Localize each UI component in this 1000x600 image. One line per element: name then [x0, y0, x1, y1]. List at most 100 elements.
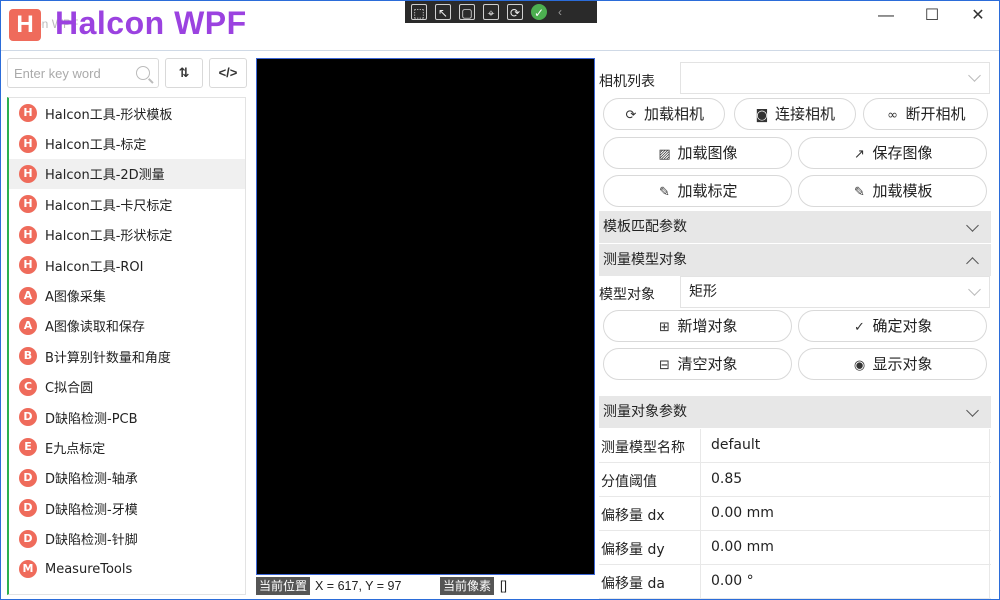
load-calibration-label: 加载标定	[677, 182, 738, 200]
section-template-title: 模板匹配参数	[603, 219, 687, 235]
sidebar-item[interactable]: H Halcon工具-卡尺标定	[9, 189, 245, 219]
close-button[interactable]: ✕	[955, 1, 999, 31]
model-object-label: 模型对象	[599, 287, 655, 303]
sidebar-item[interactable]: A A图像采集	[9, 280, 245, 310]
param-value-input[interactable]: 0.00 °	[700, 565, 990, 598]
letter-badge-icon: B	[19, 347, 37, 366]
connect-camera-label: 连接相机	[774, 105, 835, 123]
param-row-offset-da: 偏移量 da 0.00 °	[599, 565, 991, 599]
sidebar-item[interactable]: D D缺陷检测-轴承	[9, 463, 245, 493]
layout-adorner-icon[interactable]: ▢	[459, 4, 475, 20]
app-window: Halcon WPF H Halcon WPF ⬚ ↖ ▢ ⌖ ⟳ ✓ ‹ — …	[0, 0, 1000, 600]
sidebar-item-label: D缺陷检测-牙模	[45, 502, 138, 518]
chevron-down-icon	[966, 219, 979, 232]
letter-badge-icon: D	[19, 499, 37, 518]
letter-badge-icon: H	[19, 164, 37, 183]
chevron-up-icon	[966, 257, 979, 270]
section-template-match[interactable]: 模板匹配参数	[599, 211, 991, 243]
binding-check-icon[interactable]: ✓	[531, 4, 547, 20]
letter-badge-icon: A	[19, 316, 37, 335]
letter-badge-icon: D	[19, 529, 37, 548]
show-object-label: 显示对象	[872, 355, 933, 373]
status-bar: 当前位置 X = 617, Y = 97 当前像素 []	[256, 575, 595, 599]
letter-badge-icon: D	[19, 468, 37, 487]
search-box[interactable]	[7, 58, 159, 88]
sidebar-item-label: A图像读取和保存	[45, 320, 145, 336]
load-camera-button[interactable]: ⟳ 加载相机	[603, 98, 725, 130]
sidebar-item[interactable]: H Halcon工具-标定	[9, 128, 245, 158]
sidebar-item[interactable]: B B计算别针数量和角度	[9, 341, 245, 371]
sidebar-item[interactable]: D D缺陷检测-PCB	[9, 402, 245, 432]
title-bar[interactable]: Halcon WPF H Halcon WPF ⬚ ↖ ▢ ⌖ ⟳ ✓ ‹ — …	[1, 1, 999, 51]
pixel-value: []	[500, 579, 507, 593]
minimize-button[interactable]: —	[863, 1, 909, 31]
model-object-value: 矩形	[689, 284, 717, 300]
add-object-label: 新增对象	[677, 317, 738, 335]
hot-reload-icon[interactable]: ⟳	[507, 4, 523, 20]
sidebar-item[interactable]: D D缺陷检测-牙模	[9, 493, 245, 523]
sidebar-item[interactable]: M MeasureTools	[9, 554, 245, 584]
chevron-down-icon	[968, 283, 981, 296]
load-image-label: 加载图像	[677, 144, 738, 162]
confirm-object-label: 确定对象	[872, 317, 933, 335]
sidebar-item[interactable]: H Halcon工具-ROI	[9, 250, 245, 280]
letter-badge-icon: H	[19, 225, 37, 244]
section-measure-model[interactable]: 测量模型对象	[599, 244, 991, 276]
load-camera-label: 加载相机	[643, 105, 704, 123]
sidebar-item[interactable]: H Halcon工具-形状模板	[9, 98, 245, 128]
chevron-down-icon	[968, 69, 981, 82]
share-icon: ↗	[854, 147, 865, 162]
param-row-offset-dx: 偏移量 dx 0.00 mm	[599, 497, 991, 531]
save-image-button[interactable]: ↗ 保存图像	[798, 137, 987, 169]
param-value-input[interactable]: 0.85	[700, 463, 990, 496]
load-image-button[interactable]: ▨ 加载图像	[603, 137, 792, 169]
show-object-button[interactable]: ◉ 显示对象	[798, 348, 987, 380]
letter-badge-icon: E	[19, 438, 37, 457]
track-focus-icon[interactable]: ⌖	[483, 4, 499, 20]
param-value-input[interactable]: 0.00 mm	[700, 531, 990, 564]
sidebar-item[interactable]: H Halcon工具-2D测量	[9, 158, 245, 190]
sidebar-item[interactable]: E E九点标定	[9, 432, 245, 462]
pointer-icon[interactable]: ↖	[435, 4, 451, 20]
disconnect-camera-label: 断开相机	[905, 105, 966, 123]
sidebar-item[interactable]: A A图像读取和保存	[9, 311, 245, 341]
param-value-input[interactable]: 0.00 mm	[700, 497, 990, 530]
letter-badge-icon: C	[19, 377, 37, 396]
sidebar-item[interactable]: C C拟合圆	[9, 372, 245, 402]
param-value-input[interactable]: default	[700, 429, 990, 462]
add-object-button[interactable]: ⊞ 新增对象	[603, 310, 792, 342]
app-title: Halcon WPF	[55, 5, 247, 41]
section-measure-model-title: 测量模型对象	[603, 252, 687, 268]
edit-icon: ✎	[659, 185, 670, 200]
search-input[interactable]	[14, 64, 129, 82]
edit-icon: ✎	[854, 185, 865, 200]
letter-badge-icon: M	[19, 560, 37, 579]
section-measure-params[interactable]: 测量对象参数	[599, 396, 991, 428]
load-calibration-button[interactable]: ✎ 加载标定	[603, 175, 792, 207]
disconnect-camera-button[interactable]: ∞ 断开相机	[863, 98, 988, 130]
letter-badge-icon: H	[19, 256, 37, 275]
search-icon[interactable]	[136, 66, 150, 80]
camera-list-select[interactable]	[680, 62, 990, 94]
camera-list-label: 相机列表	[599, 74, 655, 90]
select-element-icon[interactable]: ⬚	[411, 4, 427, 20]
position-tag: 当前位置	[256, 577, 311, 595]
letter-badge-icon: H	[19, 195, 37, 214]
letter-badge-icon: H	[19, 104, 37, 123]
confirm-object-button[interactable]: ✓ 确定对象	[798, 310, 987, 342]
collapse-chevron-icon[interactable]: ‹	[555, 4, 565, 20]
model-object-select[interactable]: 矩形	[680, 276, 990, 308]
load-template-button[interactable]: ✎ 加载模板	[798, 175, 987, 207]
param-label: 偏移量 dy	[601, 542, 665, 558]
sidebar-item[interactable]: H Halcon工具-形状标定	[9, 220, 245, 250]
sort-button[interactable]: ⇅	[165, 58, 203, 88]
code-button[interactable]: </>	[209, 58, 247, 88]
maximize-button[interactable]: ☐	[909, 1, 955, 31]
connect-camera-button[interactable]: ◙ 连接相机	[734, 98, 856, 130]
param-row-offset-dy: 偏移量 dy 0.00 mm	[599, 531, 991, 565]
clear-object-button[interactable]: ⊟ 清空对象	[603, 348, 792, 380]
image-viewer[interactable]	[256, 58, 595, 575]
clear-object-label: 清空对象	[677, 355, 738, 373]
letter-badge-icon: H	[19, 134, 37, 153]
sidebar-item[interactable]: D D缺陷检测-针脚	[9, 523, 245, 553]
